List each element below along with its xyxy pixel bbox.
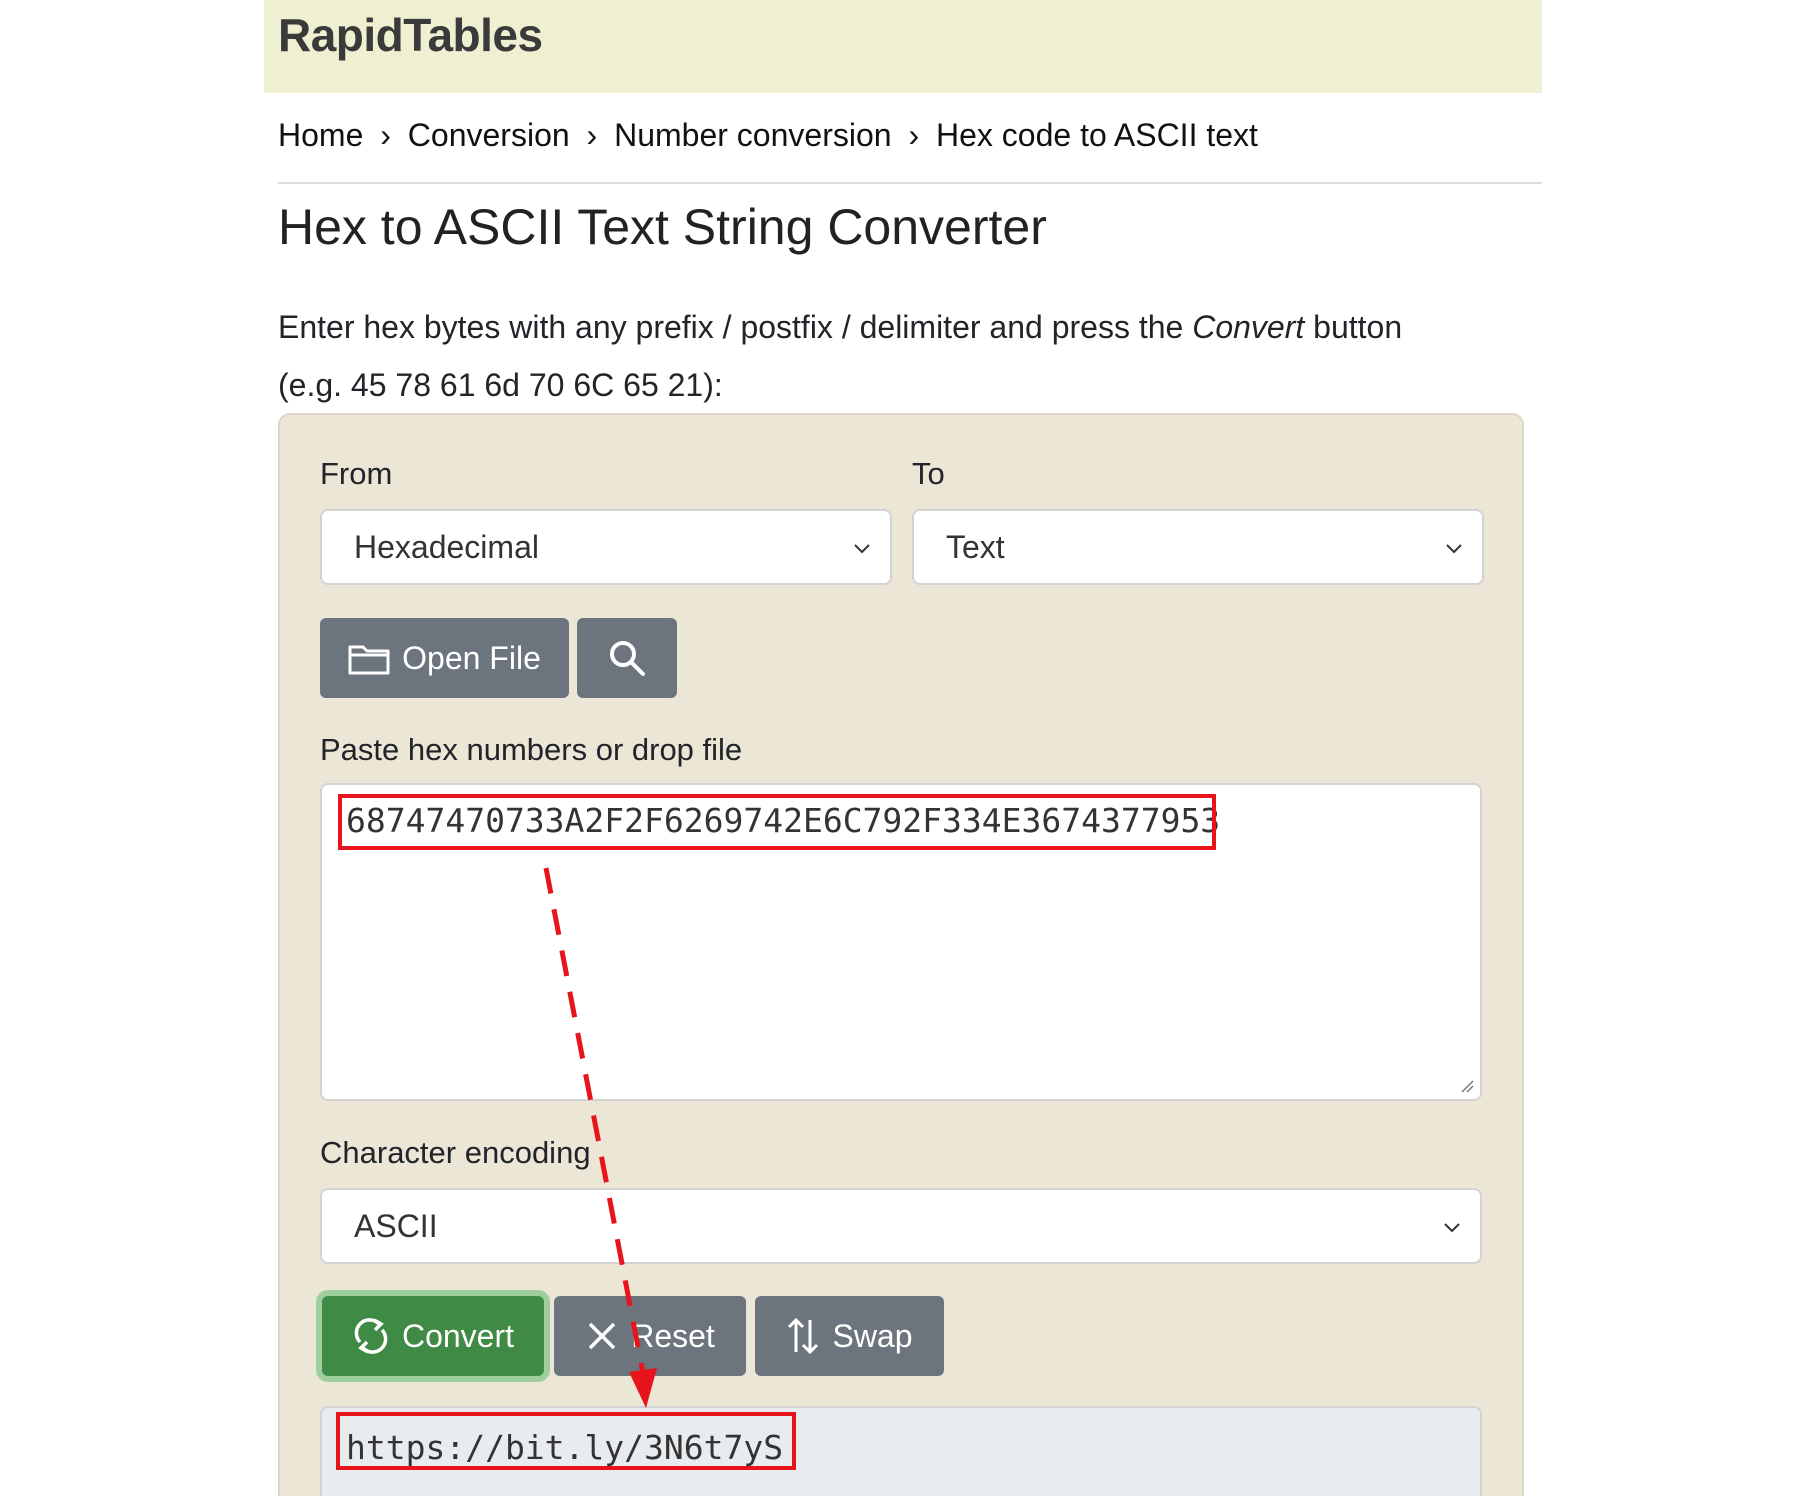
intro-example: (e.g. 45 78 61 6d 70 6C 65 21): [278, 367, 723, 403]
intro-emphasis: Convert [1192, 309, 1305, 345]
breadcrumb-number-conversion[interactable]: Number conversion [614, 117, 891, 154]
breadcrumb-separator: › [908, 117, 920, 153]
open-file-button[interactable]: Open File [320, 618, 569, 698]
from-label: From [320, 456, 393, 491]
breadcrumb: Home › Conversion › Number conversion › … [278, 117, 1258, 154]
swap-label: Swap [832, 1317, 913, 1354]
intro-text: Enter hex bytes with any prefix / postfi… [278, 298, 1538, 414]
from-select[interactable]: Hexadecimal [320, 509, 892, 585]
chevron-down-icon [1446, 544, 1462, 554]
intro-after: button [1304, 309, 1403, 345]
swap-arrows-icon [788, 1317, 819, 1355]
from-select-value: Hexadecimal [354, 529, 539, 565]
breadcrumb-separator: › [586, 117, 598, 153]
refresh-icon [354, 1318, 388, 1354]
convert-label: Convert [401, 1317, 515, 1354]
chevron-down-icon [854, 544, 870, 554]
convert-button[interactable]: Convert [322, 1296, 544, 1376]
encoding-select[interactable]: ASCII [320, 1188, 1482, 1264]
to-select-value: Text [946, 529, 1005, 565]
encoding-label: Character encoding [320, 1135, 591, 1170]
site-logo[interactable]: RapidTables [278, 8, 543, 62]
search-icon [610, 641, 645, 676]
chevron-down-icon [1444, 1223, 1460, 1233]
to-label: To [912, 456, 945, 491]
folder-icon [348, 645, 390, 675]
to-select[interactable]: Text [912, 509, 1484, 585]
open-file-label: Open File [402, 639, 541, 676]
input-highlight-box [338, 794, 1216, 850]
input-label: Paste hex numbers or drop file [320, 732, 743, 767]
output-highlight-box [336, 1412, 796, 1470]
page-title: Hex to ASCII Text String Converter [278, 199, 1047, 255]
divider [278, 182, 1542, 184]
encoding-select-value: ASCII [354, 1208, 438, 1244]
resize-grip-icon[interactable] [1458, 1077, 1474, 1093]
reset-label: Reset [631, 1317, 715, 1354]
close-icon [588, 1322, 616, 1350]
reset-button[interactable]: Reset [554, 1296, 746, 1376]
site-header: RapidTables [264, 0, 1542, 93]
swap-button[interactable]: Swap [755, 1296, 944, 1376]
intro-before: Enter hex bytes with any prefix / postfi… [278, 309, 1193, 345]
breadcrumb-separator: › [380, 117, 391, 153]
breadcrumb-conversion[interactable]: Conversion [408, 117, 570, 154]
search-button[interactable] [577, 618, 677, 698]
breadcrumb-home[interactable]: Home [278, 117, 363, 154]
breadcrumb-current: Hex code to ASCII text [935, 117, 1258, 153]
